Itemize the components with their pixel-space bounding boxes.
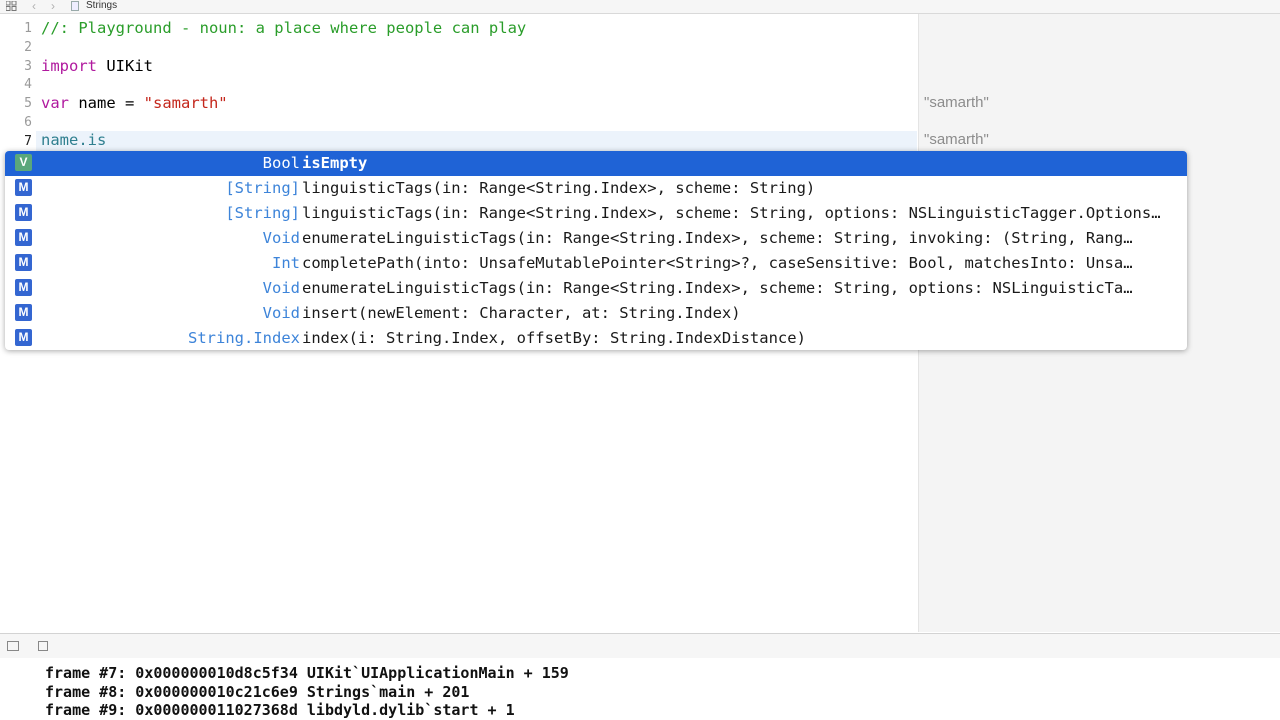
code-line-1[interactable]: //: Playground - noun: a place where peo… (41, 19, 526, 38)
completion-signature: index(i: String.Index, offsetBy: String.… (302, 329, 806, 347)
back-chevron-icon[interactable]: ‹ (32, 0, 36, 13)
completion-return-type: Int (272, 254, 300, 272)
completion-return-type: Void (262, 304, 300, 322)
completion-item[interactable]: M [String] linguisticTags(in: Range<Stri… (5, 201, 1187, 226)
completion-signature: insert(newElement: Character, at: String… (302, 304, 741, 322)
line-number: 5 (24, 96, 32, 111)
keyword-import: import (41, 57, 97, 75)
console-line: frame #8: 0x000000010c21c6e9 Strings`mai… (45, 683, 470, 701)
declaration-text: name = (69, 94, 144, 112)
completion-item[interactable]: M [String] linguisticTags(in: Range<Stri… (5, 176, 1187, 201)
completion-signature: linguisticTags(in: Range<String.Index>, … (302, 204, 1161, 222)
keyword-var: var (41, 94, 69, 112)
completion-signature: linguisticTags(in: Range<String.Index>, … (302, 179, 816, 197)
method-badge-icon: M (15, 254, 32, 271)
method-badge-icon: M (15, 329, 32, 346)
stop-execution-icon[interactable] (38, 641, 48, 651)
method-badge-icon: M (15, 179, 32, 196)
hide-debug-area-icon[interactable] (7, 641, 19, 651)
code-line-3[interactable]: import UIKit (41, 57, 153, 76)
line-number-current: 7 (24, 134, 32, 149)
completion-item-selected[interactable]: V Bool isEmpty (5, 151, 1187, 176)
method-badge-icon: M (15, 304, 32, 321)
autocomplete-popup: V Bool isEmpty M [String] linguisticTags… (5, 151, 1187, 350)
completion-signature: enumerateLinguisticTags(in: Range<String… (302, 229, 1133, 247)
code-line-5[interactable]: var name = "samarth" (41, 94, 228, 113)
string-literal: "samarth" (143, 94, 228, 112)
result-value-line-7[interactable]: "samarth" (924, 131, 989, 148)
completion-signature: isEmpty (302, 154, 368, 172)
typed-member-prefix: .is (78, 131, 107, 149)
variable-badge-icon: V (15, 154, 32, 171)
line-number: 1 (24, 21, 32, 36)
line-number: 3 (24, 59, 32, 74)
completion-item[interactable]: M Void insert(newElement: Character, at:… (5, 301, 1187, 326)
completion-item[interactable]: M Int completePath(into: UnsafeMutablePo… (5, 251, 1187, 276)
module-name: UIKit (97, 57, 153, 75)
method-badge-icon: M (15, 204, 32, 221)
completion-signature: completePath(into: UnsafeMutablePointer<… (302, 254, 1133, 272)
completion-item[interactable]: M Void enumerateLinguisticTags(in: Range… (5, 226, 1187, 251)
code-line-7[interactable]: name.is (41, 131, 106, 150)
completion-return-type: Void (262, 229, 300, 247)
method-badge-icon: M (15, 279, 32, 296)
console-output[interactable]: frame #7: 0x000000010d8c5f34 UIKit`UIApp… (0, 658, 1280, 720)
completion-return-type: Bool (262, 154, 300, 172)
forward-chevron-icon[interactable]: › (51, 0, 55, 13)
related-items-grid-icon[interactable] (6, 1, 17, 11)
comment-text: //: Playground - noun: a place where peo… (41, 19, 527, 37)
current-line-highlight (36, 131, 917, 151)
jump-bar: ‹ › Strings (0, 0, 1280, 14)
swift-file-icon (71, 1, 79, 11)
console-line: frame #7: 0x000000010d8c5f34 UIKit`UIApp… (45, 664, 569, 682)
completion-item[interactable]: M Void enumerateLinguisticTags(in: Range… (5, 276, 1187, 301)
completion-return-type: [String] (225, 179, 300, 197)
line-number: 6 (24, 115, 32, 130)
line-number: 2 (24, 40, 32, 55)
completion-return-type: [String] (225, 204, 300, 222)
breadcrumb-file[interactable]: Strings (86, 0, 117, 11)
completion-return-type: Void (262, 279, 300, 297)
console-line: frame #9: 0x000000011027368d libdyld.dyl… (45, 701, 515, 719)
completion-item[interactable]: M String.Index index(i: String.Index, of… (5, 326, 1187, 350)
method-badge-icon: M (15, 229, 32, 246)
completion-return-type: String.Index (188, 329, 300, 347)
identifier-name: name (41, 131, 79, 149)
line-number: 4 (24, 77, 32, 92)
completion-signature: enumerateLinguisticTags(in: Range<String… (302, 279, 1133, 297)
result-value-line-5[interactable]: "samarth" (924, 94, 989, 111)
debug-area-bar (0, 633, 1280, 659)
